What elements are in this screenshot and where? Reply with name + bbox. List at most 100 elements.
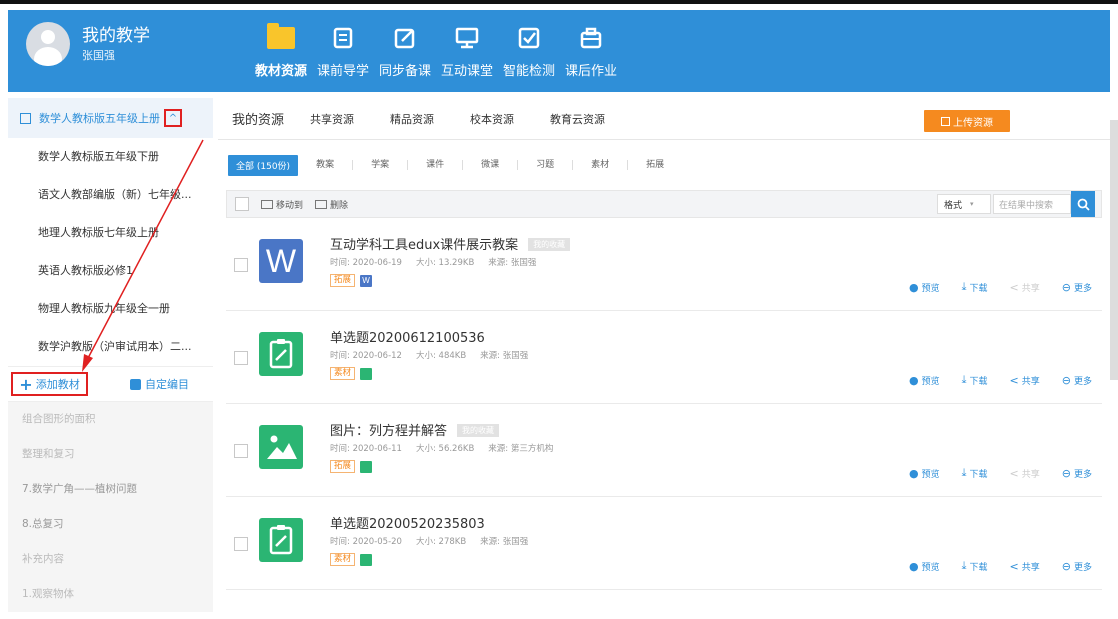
book-item[interactable]: 物理人教标版九年级全一册 bbox=[8, 290, 213, 328]
share-icon: < bbox=[1009, 280, 1019, 294]
quiz-file-icon[interactable] bbox=[259, 518, 303, 562]
scrollbar[interactable] bbox=[1110, 120, 1118, 380]
nav-item-materials[interactable]: 教材资源 bbox=[250, 10, 312, 92]
book-item[interactable]: 语文人教部编版（新）七年级... bbox=[8, 176, 213, 214]
nav-item-homework[interactable]: 课后作业 bbox=[560, 10, 622, 92]
share-icon: < bbox=[1009, 466, 1019, 480]
book-item[interactable]: 数学沪教版（沪审试用本）二... bbox=[8, 328, 213, 366]
avatar[interactable] bbox=[26, 22, 70, 66]
filter-all[interactable]: 全部 (150份) bbox=[228, 154, 299, 176]
nav-item-interactive-class[interactable]: 互动课堂 bbox=[436, 10, 498, 92]
resource-row[interactable]: 单选题20200520235803 时间: 2020-05-20 大小: 278KB… bbox=[226, 497, 1102, 590]
list-toolbar: 移动到 删除 格式 ▾ 在结果中搜索 bbox=[226, 190, 1102, 218]
download-label: 下载 bbox=[969, 562, 988, 573]
word-file-icon[interactable]: W bbox=[259, 239, 303, 283]
chapter-item[interactable]: 补充内容 bbox=[8, 542, 213, 577]
move-to-button[interactable]: 移动到 bbox=[261, 198, 303, 211]
chapter-item[interactable]: 1.观察物体 bbox=[8, 577, 213, 612]
resource-title[interactable]: 图片：列方程并解答 bbox=[330, 424, 447, 439]
chapter-item[interactable]: 7.数学广角——植树问题 bbox=[8, 472, 213, 507]
category-tag: 拓展 bbox=[330, 274, 356, 287]
more-button[interactable]: ⊖ 更多 bbox=[1062, 280, 1092, 294]
tab-premium-resources[interactable]: 精品资源 bbox=[390, 111, 434, 127]
resource-meta: 时间: 2020-05-20 大小: 278KB 来源: 张国强 bbox=[330, 535, 542, 547]
book-item[interactable]: 地理人教标版七年级上册 bbox=[8, 214, 213, 252]
share-label: 共享 bbox=[1021, 376, 1040, 387]
preview-button[interactable]: ● 预览 bbox=[909, 373, 940, 387]
book-item[interactable]: 英语人教标版必修1 bbox=[8, 252, 213, 290]
add-textbook-button[interactable]: + 添加教材 bbox=[11, 372, 88, 396]
quiz-file-icon[interactable] bbox=[259, 332, 303, 376]
chapter-item[interactable]: 8.总复习 bbox=[8, 507, 213, 542]
nav-item-lesson-prep[interactable]: 同步备课 bbox=[374, 10, 436, 92]
filter-item[interactable]: 教案 bbox=[316, 160, 352, 170]
resource-actions: ● 预览 ⤓ 下载 < 共享 ⊖ 更多 bbox=[887, 466, 1092, 480]
search-button[interactable] bbox=[1071, 191, 1095, 217]
resource-title[interactable]: 单选题20200520235803 bbox=[330, 517, 485, 532]
preview-button[interactable]: ● 预览 bbox=[909, 559, 940, 573]
filter-item[interactable]: 素材 bbox=[572, 160, 627, 170]
nav-item-smart-test[interactable]: 智能检测 bbox=[498, 10, 560, 92]
preview-button[interactable]: ● 预览 bbox=[909, 280, 940, 294]
resource-title[interactable]: 互动学科工具edux课件展示教案 bbox=[330, 238, 518, 253]
preview-label: 预览 bbox=[921, 469, 940, 480]
image-file-icon[interactable] bbox=[259, 425, 303, 469]
custom-catalog-button[interactable]: 自定编目 bbox=[130, 376, 189, 392]
search-icon bbox=[1077, 198, 1090, 211]
delete-button[interactable]: 删除 bbox=[315, 198, 348, 211]
resource-row[interactable]: 图片：列方程并解答 我的收藏 时间: 2020-06-11 大小: 56.26KB 来源… bbox=[226, 404, 1102, 497]
filter-item[interactable]: 课件 bbox=[407, 160, 462, 170]
share-button[interactable]: < 共享 bbox=[1010, 373, 1040, 387]
quiz-type-icon bbox=[360, 553, 373, 566]
upload-button[interactable]: 上传资源 bbox=[924, 110, 1010, 132]
share-button[interactable]: < 共享 bbox=[1010, 280, 1040, 294]
resource-tabs: 我的资源 共享资源 精品资源 校本资源 教育云资源 上传资源 bbox=[218, 98, 1110, 140]
filter-item[interactable]: 习题 bbox=[517, 160, 572, 170]
chapter-item[interactable]: 整理和复习 bbox=[8, 437, 213, 472]
row-checkbox[interactable] bbox=[234, 258, 248, 272]
tab-shared-resources[interactable]: 共享资源 bbox=[310, 111, 354, 127]
resource-tags: 素材 bbox=[330, 553, 373, 566]
current-book-selector[interactable]: 数学人教标版五年级上册 ^ bbox=[8, 98, 213, 138]
filter-item[interactable]: 学案 bbox=[352, 160, 407, 170]
search-input[interactable]: 在结果中搜索 bbox=[993, 194, 1071, 214]
type-filters: 全部 (150份) 教案 学案 课件 微课 习题 素材 拓展 bbox=[218, 140, 1110, 190]
main-nav: 教材资源 课前导学 同步备课 互动课堂 智能检测 课后作业 bbox=[250, 10, 622, 92]
row-checkbox[interactable] bbox=[234, 351, 248, 365]
more-label: 更多 bbox=[1073, 562, 1092, 573]
format-select[interactable]: 格式 ▾ bbox=[937, 194, 991, 214]
select-all-checkbox[interactable] bbox=[235, 197, 249, 211]
resource-row[interactable]: 单选题20200612100536 时间: 2020-06-12 大小: 484KB… bbox=[226, 311, 1102, 404]
resource-row[interactable]: W 互动学科工具edux课件展示教案 我的收藏 时间: 2020-06-19 大小: 1… bbox=[226, 218, 1102, 311]
format-label: 格式 bbox=[944, 200, 963, 211]
more-button[interactable]: ⊖ 更多 bbox=[1062, 559, 1092, 573]
more-button[interactable]: ⊖ 更多 bbox=[1062, 466, 1092, 480]
tab-my-resources[interactable]: 我的资源 bbox=[232, 109, 284, 128]
tab-cloud-resources[interactable]: 教育云资源 bbox=[550, 111, 605, 127]
download-button[interactable]: ⤓ 下载 bbox=[962, 373, 988, 387]
preview-button[interactable]: ● 预览 bbox=[909, 466, 940, 480]
row-checkbox[interactable] bbox=[234, 537, 248, 551]
filter-item[interactable]: 微课 bbox=[462, 160, 517, 170]
download-icon: ⤓ bbox=[961, 559, 967, 572]
share-button[interactable]: < 共享 bbox=[1010, 559, 1040, 573]
tab-school-resources[interactable]: 校本资源 bbox=[470, 111, 514, 127]
eye-icon: ● bbox=[909, 466, 919, 480]
book-item[interactable]: 数学人教标版五年级下册 bbox=[8, 138, 213, 176]
download-button[interactable]: ⤓ 下载 bbox=[962, 466, 988, 480]
more-button[interactable]: ⊖ 更多 bbox=[1062, 373, 1092, 387]
checkbox-icon bbox=[518, 27, 540, 49]
user-profile[interactable]: 我的教学 张国强 bbox=[26, 22, 150, 66]
share-button[interactable]: < 共享 bbox=[1010, 466, 1040, 480]
download-button[interactable]: ⤓ 下载 bbox=[962, 280, 988, 294]
nav-label: 智能检测 bbox=[502, 64, 555, 79]
more-icon: ⊖ bbox=[1061, 559, 1071, 573]
preview-label: 预览 bbox=[921, 562, 940, 573]
filter-item[interactable]: 拓展 bbox=[627, 160, 682, 170]
resource-title[interactable]: 单选题20200612100536 bbox=[330, 331, 485, 346]
download-button[interactable]: ⤓ 下载 bbox=[962, 559, 988, 573]
chevron-up-icon[interactable]: ^ bbox=[164, 109, 182, 127]
row-checkbox[interactable] bbox=[234, 444, 248, 458]
nav-item-preview-guide[interactable]: 课前导学 bbox=[312, 10, 374, 92]
chapter-item[interactable]: 组合图形的面积 bbox=[8, 402, 213, 437]
